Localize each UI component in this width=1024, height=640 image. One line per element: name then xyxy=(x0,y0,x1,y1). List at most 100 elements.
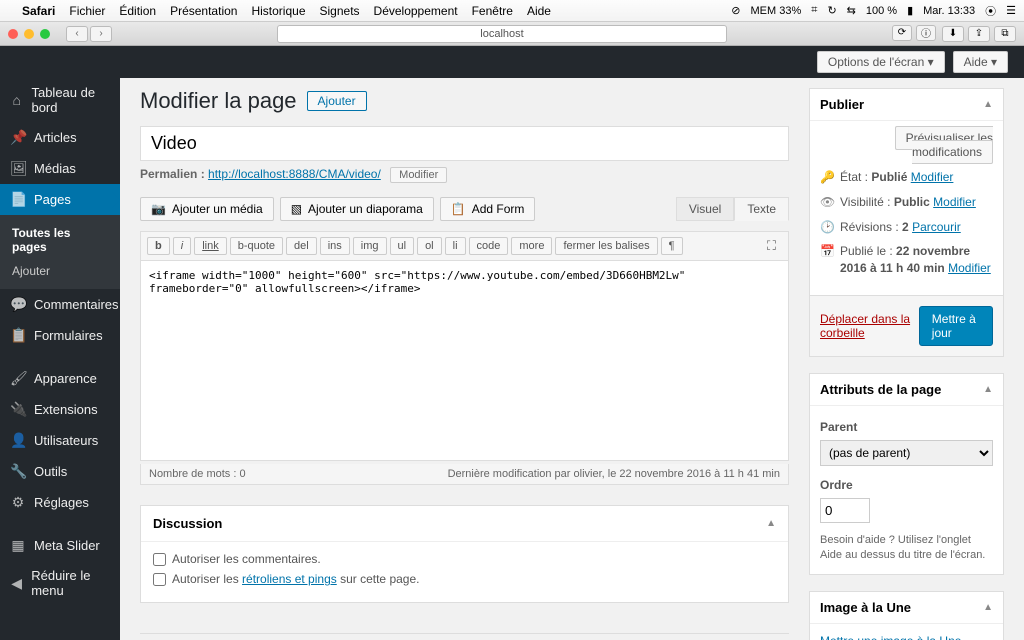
sidebar-collapse[interactable]: ◀Réduire le menu xyxy=(0,561,120,605)
sidebar-comments[interactable]: 💬Commentaires xyxy=(0,289,120,320)
sidebar-pages[interactable]: 📄Pages xyxy=(0,184,120,215)
wp-admin-bar: Options de l'écran ▾ Aide ▾ xyxy=(0,46,1024,78)
download-button[interactable]: ⬇ xyxy=(942,26,964,42)
edit-state-link[interactable]: Modifier xyxy=(911,170,954,184)
window-zoom-icon[interactable] xyxy=(40,29,50,39)
publish-panel: Publier▲ Prévisualiser les modifications… xyxy=(809,88,1004,357)
allow-comments-row[interactable]: Autoriser les commentaires. xyxy=(153,552,776,566)
sidebar-tools[interactable]: 🔧Outils xyxy=(0,456,120,487)
order-input[interactable] xyxy=(820,498,870,523)
sidebar-dashboard[interactable]: ⌂Tableau de bord xyxy=(0,78,120,122)
qt-ins[interactable]: ins xyxy=(320,237,350,255)
qt-img[interactable]: img xyxy=(353,237,387,255)
update-button[interactable]: Mettre à jour xyxy=(919,306,993,346)
allow-pings-row[interactable]: Autoriser les rétroliens et pings sur ce… xyxy=(153,572,776,586)
qt-para[interactable]: ¶ xyxy=(661,237,683,255)
add-form-button[interactable]: 📋Add Form xyxy=(440,197,536,221)
quicktags-toolbar: b i link b-quote del ins img ul ol li co… xyxy=(140,231,789,261)
mac-menu-history[interactable]: Historique xyxy=(251,4,305,18)
edit-date-link[interactable]: Modifier xyxy=(948,261,991,275)
mac-menu-bookmarks[interactable]: Signets xyxy=(320,4,360,18)
qt-del[interactable]: del xyxy=(286,237,317,255)
set-featured-link[interactable]: Mettre une image à la Une xyxy=(820,634,961,640)
revisions-icon: 🕑 xyxy=(820,219,834,236)
qt-li[interactable]: li xyxy=(445,237,466,255)
qt-italic[interactable]: i xyxy=(173,237,191,255)
tabs-button[interactable]: ⧉ xyxy=(994,26,1016,42)
sidebar-pages-all[interactable]: Toutes les pages xyxy=(0,221,120,259)
allow-comments-checkbox[interactable] xyxy=(153,553,166,566)
window-minimize-icon[interactable] xyxy=(24,29,34,39)
qt-more[interactable]: more xyxy=(511,237,552,255)
mac-menu-window[interactable]: Fenêtre xyxy=(472,4,513,18)
browser-toolbar: ‹ › localhost ⟳ ⓘ ⬇ ⇪ ⧉ xyxy=(0,22,1024,46)
window-close-icon[interactable] xyxy=(8,29,18,39)
edit-visibility-link[interactable]: Modifier xyxy=(933,195,976,209)
qt-bquote[interactable]: b-quote xyxy=(230,237,283,255)
browse-revisions-link[interactable]: Parcourir xyxy=(912,220,961,234)
reload-button[interactable]: ⟳ xyxy=(892,25,912,41)
qt-bold[interactable]: b xyxy=(147,237,170,255)
tab-text[interactable]: Texte xyxy=(734,197,789,221)
add-slider-button[interactable]: ▧Ajouter un diaporama xyxy=(280,197,434,221)
address-bar[interactable]: localhost xyxy=(277,25,727,43)
sidebar-appearance[interactable]: 🖌Apparence xyxy=(0,363,120,394)
add-new-button[interactable]: Ajouter xyxy=(307,91,367,111)
toggle-icon[interactable]: ▲ xyxy=(983,384,993,395)
sidebar-settings[interactable]: ⚙Réglages xyxy=(0,487,120,518)
collapse-icon: ◀ xyxy=(10,575,23,592)
bluetooth-icon: ⌗ xyxy=(811,4,817,17)
reader-button[interactable]: ⓘ xyxy=(916,25,936,41)
qt-close[interactable]: fermer les balises xyxy=(555,237,657,255)
help-button[interactable]: Aide ▾ xyxy=(953,51,1008,73)
admin-sidebar: ⌂Tableau de bord 📌Articles 🖼Médias 📄Page… xyxy=(0,78,120,640)
mac-app-name[interactable]: Safari xyxy=(22,4,55,18)
permalink-link[interactable]: http://localhost:8888/CMA/video/ xyxy=(208,167,381,181)
back-button[interactable]: ‹ xyxy=(66,26,88,42)
qt-ul[interactable]: ul xyxy=(390,237,415,255)
sidebar-forms[interactable]: 📋Formulaires xyxy=(0,320,120,351)
discussion-title: Discussion xyxy=(153,516,222,531)
sidebar-metaslider[interactable]: ▦Meta Slider xyxy=(0,530,120,561)
eye-icon: 👁 xyxy=(820,194,834,211)
mac-menu-file[interactable]: Fichier xyxy=(69,4,105,18)
screen-options-button[interactable]: Options de l'écran ▾ xyxy=(817,51,945,73)
share-button[interactable]: ⇪ xyxy=(968,26,990,42)
add-media-button[interactable]: 📷Ajouter un média xyxy=(140,197,274,221)
trash-link[interactable]: Déplacer dans la corbeille xyxy=(820,312,919,340)
brush-icon: 🖌 xyxy=(10,370,26,387)
battery-icon: ▮ xyxy=(907,4,913,17)
qt-ol[interactable]: ol xyxy=(417,237,442,255)
content-textarea[interactable]: <iframe width="1000" height="600" src="h… xyxy=(140,261,789,461)
toggle-icon[interactable]: ▲ xyxy=(983,99,993,110)
allow-pings-checkbox[interactable] xyxy=(153,573,166,586)
tab-visual[interactable]: Visuel xyxy=(676,197,734,221)
qt-code[interactable]: code xyxy=(469,237,509,255)
toggle-icon[interactable]: ▲ xyxy=(766,518,776,529)
mac-menu-view[interactable]: Présentation xyxy=(170,4,237,18)
sidebar-plugins[interactable]: 🔌Extensions xyxy=(0,394,120,425)
mac-menu-help[interactable]: Aide xyxy=(527,4,551,18)
sidebar-media[interactable]: 🖼Médias xyxy=(0,153,120,184)
gallery-icon: ▧ xyxy=(291,202,302,216)
word-count: Nombre de mots : 0 xyxy=(149,468,246,480)
preview-button[interactable]: Prévisualiser les modifications xyxy=(895,126,993,164)
pings-link[interactable]: rétroliens et pings xyxy=(242,572,337,586)
parent-select[interactable]: (pas de parent) xyxy=(820,440,993,466)
mac-menu-edit[interactable]: Édition xyxy=(119,4,156,18)
permalink-row: Permalien : http://localhost:8888/CMA/vi… xyxy=(140,161,789,187)
sidebar-posts[interactable]: 📌Articles xyxy=(0,122,120,153)
permalink-edit-button[interactable]: Modifier xyxy=(390,167,447,183)
qt-link[interactable]: link xyxy=(194,237,227,255)
title-input[interactable] xyxy=(140,126,789,161)
menu-icon[interactable]: ☰ xyxy=(1006,4,1016,17)
sidebar-users[interactable]: 👤Utilisateurs xyxy=(0,425,120,456)
mem-indicator: MEM 33% xyxy=(750,5,801,17)
toggle-icon[interactable]: ▲ xyxy=(983,602,993,613)
mac-menu-develop[interactable]: Développement xyxy=(374,4,458,18)
search-icon[interactable]: ⦿ xyxy=(985,3,996,19)
clock: Mar. 13:33 xyxy=(923,5,975,17)
forward-button[interactable]: › xyxy=(90,26,112,42)
fullscreen-icon[interactable]: ⛶ xyxy=(761,236,782,256)
sidebar-pages-add[interactable]: Ajouter xyxy=(0,259,120,283)
